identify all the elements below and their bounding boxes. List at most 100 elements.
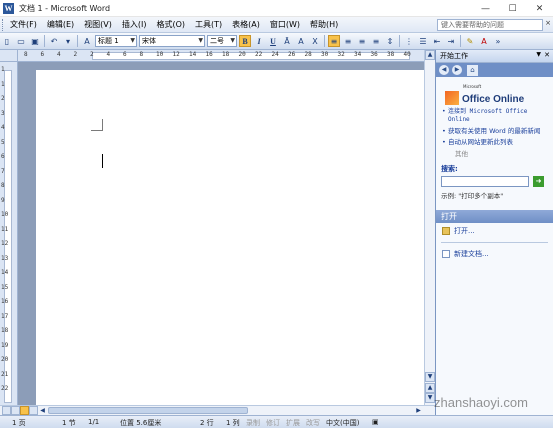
horizontal-scrollbar[interactable]: ◀ ▶ <box>0 405 435 415</box>
more-link[interactable]: 其他 <box>455 148 548 158</box>
word-app-icon[interactable]: W <box>3 2 14 14</box>
search-input[interactable] <box>441 176 529 187</box>
menu-tools[interactable]: 工具(T) <box>190 18 227 32</box>
menu-table[interactable]: 表格(A) <box>227 18 265 32</box>
ruler-number: 8 <box>24 51 28 58</box>
link-auto-update[interactable]: 自动从网站更新此列表 <box>441 138 548 146</box>
font-select[interactable]: 宋体 ▼ <box>139 35 205 47</box>
ruler-tab-selector[interactable] <box>0 50 18 62</box>
link-office-online[interactable]: 连接到 Microsoft Office Online <box>441 108 548 124</box>
undo-icon[interactable]: ↶ <box>48 35 60 47</box>
ruler-number: 4 <box>1 124 5 131</box>
help-search-input[interactable]: 键入需要帮助的问题 <box>437 19 543 31</box>
menu-format[interactable]: 格式(O) <box>151 18 190 32</box>
underline-button[interactable]: U <box>267 35 279 47</box>
open-document-item[interactable]: 打开... <box>436 223 553 239</box>
align-left-icon[interactable]: ≡ <box>328 35 340 47</box>
search-go-button[interactable]: ➜ <box>533 176 544 187</box>
chevron-down-icon: ▼ <box>130 37 135 44</box>
window-title: 文档 1 - Microsoft Word <box>19 3 111 13</box>
bullets-icon[interactable]: ☰ <box>417 35 429 47</box>
forward-icon[interactable]: ▶ <box>452 65 462 75</box>
previous-page-icon[interactable]: ▲ <box>425 383 435 393</box>
normal-view-icon[interactable] <box>2 406 11 415</box>
status-overtype[interactable]: 改写 <box>306 418 320 428</box>
ruler-number: 40 <box>403 51 411 58</box>
ruler-number: 12 <box>172 51 180 58</box>
char-scale-icon[interactable]: X <box>309 35 321 47</box>
decrease-indent-icon[interactable]: ⇤ <box>431 35 443 47</box>
ruler-number: 2 <box>90 51 94 58</box>
maximize-button[interactable]: ☐ <box>499 0 526 17</box>
task-pane: 开始工作 ▼ ✕ ◀ ▶ ⌂ Microsoft Office Online 连… <box>435 50 553 415</box>
ruler-number: 1 <box>1 66 5 73</box>
menu-edit[interactable]: 编辑(E) <box>42 18 79 32</box>
char-shading-icon[interactable]: A <box>295 35 307 47</box>
scroll-left-icon[interactable]: ◀ <box>38 406 47 415</box>
numbering-icon[interactable]: ⋮ <box>403 35 415 47</box>
ruler-number: 17 <box>1 312 9 320</box>
menu-window[interactable]: 窗口(W) <box>265 18 305 32</box>
align-right-icon[interactable]: ≡ <box>356 35 368 47</box>
font-size-select[interactable]: 二号 ▼ <box>207 35 237 47</box>
chevron-down-icon: ▼ <box>230 37 235 44</box>
toolbar-separator <box>399 35 400 47</box>
ruler-number: 26 <box>288 51 296 58</box>
font-color-icon[interactable]: A <box>478 35 490 47</box>
link-word-news[interactable]: 获取有关使用 Word 的最新新闻 <box>441 127 548 135</box>
increase-indent-icon[interactable]: ⇥ <box>445 35 457 47</box>
status-extend[interactable]: 扩展 <box>286 418 300 428</box>
scroll-right-icon[interactable]: ▶ <box>414 406 423 415</box>
scroll-down-icon[interactable]: ▼ <box>425 372 435 382</box>
style-select[interactable]: 标题 1 ▼ <box>95 35 137 47</box>
horizontal-scroll-thumb[interactable] <box>48 407 248 414</box>
chevron-down-icon: ▼ <box>198 37 203 44</box>
new-document-icon[interactable]: ▯ <box>1 35 13 47</box>
new-document-item[interactable]: 新建文档... <box>436 246 553 262</box>
italic-button[interactable]: I <box>253 35 265 47</box>
close-button[interactable]: ✕ <box>526 0 553 17</box>
close-document-button[interactable]: × <box>545 19 551 27</box>
status-language: 中文(中国) <box>326 419 360 427</box>
menu-help[interactable]: 帮助(H) <box>305 18 343 32</box>
print-view-icon[interactable] <box>20 406 29 415</box>
task-pane-nav: ◀ ▶ ⌂ <box>436 63 553 77</box>
font-select-value: 宋体 <box>142 37 156 45</box>
toolbar-options-icon[interactable]: » <box>492 35 504 47</box>
char-border-icon[interactable]: Ā <box>281 35 293 47</box>
task-pane-title: 开始工作 <box>440 52 468 60</box>
vertical-scrollbar[interactable]: ▲ ▼ ▲ ▼ <box>424 50 435 405</box>
status-record[interactable]: 录制 <box>246 418 260 428</box>
office-logo-icon <box>445 91 459 105</box>
highlight-icon[interactable]: ✎ <box>464 35 476 47</box>
home-icon[interactable]: ⌂ <box>467 64 478 76</box>
minimize-button[interactable]: — <box>472 0 499 17</box>
menu-insert[interactable]: 插入(I) <box>117 18 152 32</box>
task-pane-menu-icon[interactable]: ▼ <box>536 51 541 58</box>
ruler-number: 6 <box>123 51 127 58</box>
align-center-icon[interactable]: ≡ <box>342 35 354 47</box>
scroll-up-icon[interactable]: ▲ <box>425 50 435 60</box>
vertical-ruler[interactable]: 1 1 2 3 4 5 6 7 8 9 10 11 12 13 14 15 16 17 18 19 20 21 22 <box>0 62 18 405</box>
web-view-icon[interactable] <box>11 406 20 415</box>
styles-pane-icon[interactable]: A <box>81 35 93 47</box>
ruler-number: 14 <box>189 51 197 58</box>
ruler-number: 22 <box>255 51 263 58</box>
open-folder-icon[interactable]: ▭ <box>15 35 27 47</box>
bold-button[interactable]: B <box>239 35 251 47</box>
back-icon[interactable]: ◀ <box>439 65 449 75</box>
document-page[interactable] <box>36 70 424 405</box>
horizontal-ruler[interactable]: 8 6 4 2 2 4 6 8 10 12 14 16 18 20 22 24 26 28 30 32 34 36 38 40 <box>18 50 434 62</box>
menu-view[interactable]: 视图(V) <box>79 18 117 32</box>
formatting-toolbar: ▯ ▭ ▣ ↶ ▾ A 标题 1 ▼ 宋体 ▼ 二号 ▼ B I U Ā A X… <box>0 33 553 50</box>
save-icon[interactable]: ▣ <box>29 35 41 47</box>
spelling-icon[interactable]: ▣ <box>372 418 379 426</box>
menu-file[interactable]: 文件(F) <box>5 18 42 32</box>
status-track[interactable]: 修订 <box>266 418 280 428</box>
outline-view-icon[interactable] <box>29 406 38 415</box>
justify-icon[interactable]: ≡ <box>370 35 382 47</box>
redo-dropdown-icon[interactable]: ▾ <box>62 35 74 47</box>
task-pane-close-icon[interactable]: ✕ <box>544 51 550 59</box>
status-bar: 1 页 1 节 1/1 位置 5.6厘米 2 行 1 列 录制 修订 扩展 改写… <box>0 415 553 428</box>
line-spacing-icon[interactable]: ⇕ <box>384 35 396 47</box>
